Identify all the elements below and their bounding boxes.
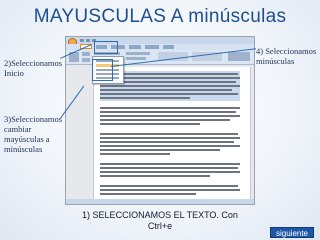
step2-note: 2)Seleccionamos Inicio xyxy=(4,58,63,78)
next-button[interactable]: siguiente xyxy=(270,227,314,238)
quick-access-icon xyxy=(80,39,84,42)
status-bar xyxy=(66,199,254,204)
change-case-marker xyxy=(92,59,113,81)
ribbon-tab xyxy=(129,45,141,49)
slide-title: MAYUSCULAS A minúsculas xyxy=(33,6,287,27)
ribbon-tab xyxy=(145,45,159,49)
step3-note: 3)Seleccionamos cambiar mayúsculas a min… xyxy=(4,114,63,154)
step1-caption: 1) SELECCIONAMOS EL TEXTO. Con Ctrl+e xyxy=(82,210,238,231)
step4-note: 4) Seleccionamos minúsculas xyxy=(256,46,317,66)
ribbon-tab xyxy=(163,45,174,49)
document-page xyxy=(93,67,251,204)
home-tab-marker xyxy=(94,41,118,54)
quick-access-icon xyxy=(86,39,90,42)
